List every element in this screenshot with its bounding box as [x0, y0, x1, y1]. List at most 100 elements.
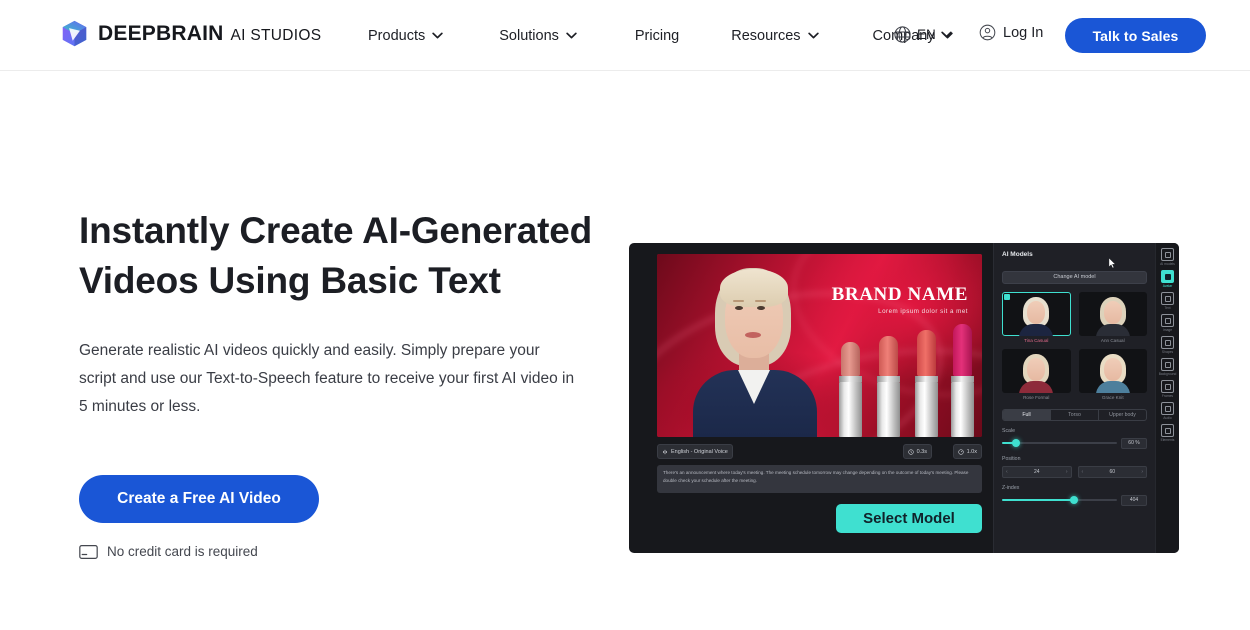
select-model-button[interactable]: Select Model — [836, 504, 982, 533]
position-y-value: 60 — [1109, 468, 1116, 475]
model-name: Grace Knit — [1101, 394, 1124, 400]
scale-slider-handle[interactable] — [1012, 439, 1021, 447]
model-thumbnail — [1002, 348, 1071, 393]
increment-icon[interactable]: › — [1066, 469, 1068, 475]
segment-upper-body[interactable]: Upper body — [1099, 410, 1146, 420]
rail-item-shapes[interactable]: Shapes — [1157, 336, 1179, 354]
z-index-slider-track[interactable] — [1002, 496, 1117, 504]
nav-label: Products — [368, 27, 426, 44]
element-icon — [1161, 424, 1174, 437]
avatar-hair-top — [720, 269, 788, 307]
segment-full[interactable]: Full — [1003, 409, 1051, 420]
rail-label: Text — [1164, 306, 1171, 310]
rail-item-audio[interactable]: Audio — [1157, 402, 1179, 420]
page-title: Instantly Create AI-Generated Videos Usi… — [79, 210, 593, 301]
globe-icon — [894, 26, 911, 43]
model-card[interactable]: Grace Knit — [1078, 348, 1147, 400]
canvas-brand-tagline: Lorem ipsum dolor sit a met — [878, 308, 968, 315]
logo[interactable]: DEEPBRAIN AI STUDIOS — [60, 19, 321, 48]
nav-label: Resources — [731, 27, 801, 44]
model-thumbnail — [1078, 348, 1147, 393]
lipstick-product-group — [828, 324, 976, 437]
logo-name: DEEPBRAIN — [98, 21, 224, 45]
position-label: Position — [1002, 455, 1021, 462]
model-thumbnail — [1002, 291, 1071, 336]
audio-icon — [1161, 402, 1174, 415]
decrement-icon[interactable]: ‹ — [1006, 469, 1008, 475]
nav-item-resources[interactable]: Resources — [731, 27, 819, 44]
decrement-icon[interactable]: ‹ — [1082, 469, 1084, 475]
increment-icon[interactable]: › — [1141, 469, 1143, 475]
duration-label: 0.3s — [916, 448, 927, 455]
rail-label: Avatar — [1162, 284, 1173, 288]
rail-item-ai-models[interactable]: AI models — [1157, 248, 1179, 266]
size-segmented-control: Full Torso Upper body — [1002, 408, 1147, 421]
duration-control[interactable]: 0.3s — [902, 444, 932, 459]
speed-label: 1.0x — [966, 448, 977, 455]
person-icon — [1161, 270, 1174, 283]
scale-label: Scale — [1002, 427, 1015, 434]
z-index-slider-handle[interactable] — [1069, 496, 1078, 504]
main-navigation: Products Solutions Pricing Resources Com… — [368, 0, 953, 71]
z-index-label: Z-index — [1002, 484, 1020, 491]
text-icon — [1161, 292, 1174, 305]
change-ai-model-button[interactable]: Change AI model — [1002, 270, 1147, 284]
rail-label: Background — [1158, 372, 1177, 376]
model-name: Ann Casual — [1100, 337, 1125, 343]
position-x-input[interactable]: ‹ 24 › — [1002, 465, 1072, 478]
no-credit-card-note: No credit card is required — [79, 544, 599, 559]
rail-item-avatar[interactable]: Avatar — [1157, 270, 1179, 288]
rail-item-frames[interactable]: Frames — [1157, 380, 1179, 398]
rail-item-background[interactable]: Background — [1157, 358, 1179, 376]
avatar-brow — [755, 300, 766, 302]
scale-value[interactable]: 60 % — [1121, 437, 1147, 449]
voice-icon — [663, 449, 667, 454]
clock-icon — [907, 448, 914, 455]
z-index-value[interactable]: 404 — [1121, 494, 1147, 506]
model-card[interactable]: Rose Formal — [1002, 348, 1071, 400]
create-free-ai-video-button[interactable]: Create a Free AI Video — [79, 475, 319, 523]
position-fields: ‹ 24 › ‹ 60 › — [1002, 465, 1147, 478]
nav-item-pricing[interactable]: Pricing — [635, 28, 679, 44]
cube-logo-icon — [62, 20, 87, 47]
rail-label: Frames — [1161, 394, 1174, 398]
model-card[interactable]: Ann Casual — [1078, 291, 1147, 343]
avatar-eye — [735, 306, 743, 310]
language-label: EN — [917, 27, 936, 42]
rail-item-elements[interactable]: Elements — [1157, 424, 1179, 442]
script-editor[interactable]: There's an announcement where today's me… — [657, 465, 982, 493]
rail-item-image[interactable]: Image — [1157, 314, 1179, 332]
rail-label: Audio — [1163, 416, 1172, 420]
avatar-brow — [733, 300, 744, 302]
login-label: Log In — [1003, 24, 1044, 41]
voice-selector[interactable]: English - Original Voice — [657, 444, 733, 459]
segment-torso[interactable]: Torso — [1051, 409, 1099, 420]
speed-control[interactable]: 1.0x — [952, 444, 982, 459]
nav-item-products[interactable]: Products — [368, 28, 443, 44]
position-y-input[interactable]: ‹ 60 › — [1077, 465, 1147, 478]
voice-label: English - Original Voice — [671, 448, 728, 455]
rail-item-text[interactable]: Text — [1157, 292, 1179, 310]
avatar-eye — [757, 306, 765, 310]
credit-card-icon — [79, 544, 98, 559]
site-header: DEEPBRAIN AI STUDIOS Products Solutions … — [0, 0, 1250, 71]
nav-item-solutions[interactable]: Solutions — [499, 28, 577, 44]
hero-description: Generate realistic AI videos quickly and… — [79, 342, 575, 415]
scale-slider-track[interactable] — [1002, 439, 1117, 447]
avatar-collar — [738, 370, 770, 404]
image-icon — [1161, 314, 1174, 327]
nav-label: Pricing — [634, 27, 680, 44]
rail-label: Shapes — [1161, 350, 1174, 354]
z-index-slider-row: 404 — [1002, 494, 1147, 506]
position-x-value: 24 — [1033, 468, 1040, 475]
user-circle-icon — [979, 24, 996, 41]
model-name: Rose Formal — [1023, 394, 1050, 400]
talk-to-sales-button[interactable]: Talk to Sales — [1065, 18, 1206, 53]
product-screenshot: BRAND NAME Lorem ipsum dolor sit a met E… — [629, 243, 1179, 553]
avatar-mouth — [745, 332, 761, 338]
language-selector[interactable]: EN — [893, 25, 952, 44]
model-card[interactable]: Tina Casual — [1002, 291, 1071, 343]
login-link[interactable]: Log In — [979, 24, 1043, 41]
video-canvas[interactable]: BRAND NAME Lorem ipsum dolor sit a met — [657, 254, 982, 437]
ai-models-panel: AI Models Change AI model Tina Casual An… — [993, 243, 1155, 553]
